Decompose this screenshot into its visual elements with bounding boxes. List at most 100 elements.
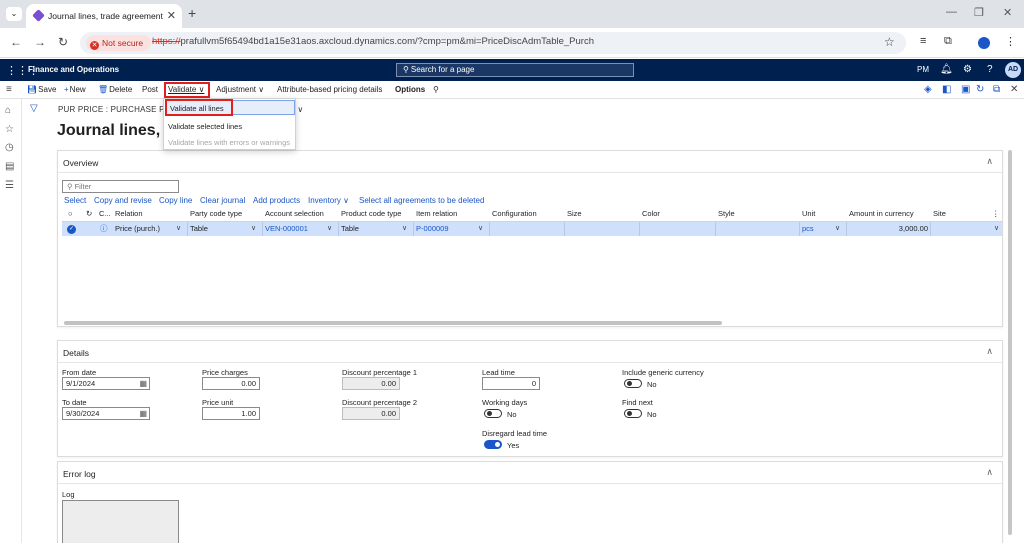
to-date-field[interactable]: 9/30/2024 ▦ [62, 407, 150, 420]
row-info-icon[interactable]: ⓘ [100, 222, 108, 236]
overview-title[interactable]: Overview [63, 158, 98, 168]
chevron-down-icon[interactable]: ∨ [402, 222, 407, 236]
minimize-icon[interactable]: — [946, 6, 957, 18]
cell-unit[interactable]: pcs [802, 222, 814, 236]
menu-item-validate-selected-lines[interactable]: Validate selected lines [168, 122, 242, 131]
chevron-down-icon[interactable]: ∨ [835, 222, 840, 236]
column-options-icon[interactable]: ⋮ [992, 207, 1000, 221]
select-button[interactable]: Select [64, 196, 86, 205]
chevron-up-icon[interactable]: ∧ [986, 156, 993, 167]
adjustment-button[interactable]: Adjustment ∨ [216, 85, 264, 94]
log-field[interactable] [62, 500, 179, 543]
url-text[interactable]: https://prafullvm5f65494bd1a15e31aos.axc… [152, 36, 594, 47]
save-button[interactable]: 💾︎Save [27, 85, 56, 94]
inventory-button[interactable]: Inventory ∨ [308, 196, 349, 205]
settings-gear-icon[interactable]: ⚙ [963, 64, 972, 75]
reading-list-icon[interactable]: ≡ [920, 35, 926, 47]
notifications-icon[interactable]: 🔔︎ [940, 64, 953, 75]
column-header-party-code-type[interactable]: Party code type [190, 207, 242, 221]
column-header-relation[interactable]: Relation [115, 207, 143, 221]
disregard-lead-time-toggle[interactable] [484, 440, 502, 449]
cell-product-code-type[interactable]: Table [341, 222, 359, 236]
cell-amount[interactable]: 3,000.00 [872, 222, 928, 236]
close-page-icon[interactable]: ✕ [1010, 84, 1018, 95]
calendar-icon[interactable]: ▦ [139, 378, 147, 389]
forward-icon[interactable]: → [34, 35, 46, 49]
column-header-style[interactable]: Style [718, 207, 735, 221]
power-apps-icon[interactable]: ◈ [924, 84, 932, 95]
column-header-account-selection[interactable]: Account selection [265, 207, 324, 221]
vertical-scrollbar[interactable] [1008, 150, 1012, 535]
company-picker[interactable]: PM [917, 65, 929, 74]
open-new-window-icon[interactable]: ⧉ [993, 84, 1000, 95]
reload-icon[interactable]: ↻ [58, 35, 68, 49]
error-log-title[interactable]: Error log [63, 469, 96, 479]
price-unit-field[interactable]: 1.00 [202, 407, 260, 420]
help-icon[interactable]: ? [987, 64, 993, 75]
nav-menu-icon[interactable]: ≡ [6, 84, 12, 95]
column-header-unit[interactable]: Unit [802, 207, 815, 221]
extensions-icon[interactable]: ⧉ [944, 35, 952, 48]
column-header-color[interactable]: Color [642, 207, 660, 221]
favorites-star-icon[interactable]: ☆ [5, 124, 14, 135]
tab-search-button[interactable]: ⌄ [6, 7, 22, 21]
workspaces-icon[interactable]: ▤ [5, 161, 14, 172]
select-all-radio-icon[interactable]: ○ [68, 207, 73, 221]
new-tab-button[interactable]: + [188, 5, 196, 21]
back-icon[interactable]: ← [10, 35, 22, 49]
home-icon[interactable]: ⌂ [5, 105, 11, 116]
column-header-site[interactable]: Site [933, 207, 946, 221]
page-search-input[interactable]: ⚲ Search for a page [396, 63, 634, 77]
cell-account-selection[interactable]: VEN-000001 [265, 222, 308, 236]
attachments-icon[interactable]: ▣ [961, 84, 970, 95]
horizontal-scrollbar[interactable] [64, 321, 722, 325]
new-button[interactable]: +New [64, 85, 86, 94]
select-all-agreements-button[interactable]: Select all agreements to be deleted [359, 196, 484, 205]
options-tab[interactable]: Options [395, 85, 425, 94]
chevron-up-icon[interactable]: ∧ [986, 346, 993, 357]
cell-relation[interactable]: Price (purch.) [115, 222, 160, 236]
chevron-up-icon[interactable]: ∧ [986, 467, 993, 478]
details-title[interactable]: Details [63, 348, 89, 358]
copy-line-button[interactable]: Copy line [159, 196, 192, 205]
clear-journal-button[interactable]: Clear journal [200, 196, 245, 205]
find-next-toggle[interactable] [624, 409, 642, 418]
address-bar[interactable]: ✕ Not secure https://prafullvm5f65494bd1a… [80, 32, 906, 54]
modules-list-icon[interactable]: ☰ [5, 180, 14, 191]
recent-clock-icon[interactable]: ◷ [5, 142, 14, 153]
chevron-down-icon[interactable]: ∨ [251, 222, 256, 236]
column-header-configuration[interactable]: Configuration [492, 207, 537, 221]
calendar-icon[interactable]: ▦ [139, 408, 147, 419]
from-date-field[interactable]: 9/1/2024 ▦ [62, 377, 150, 390]
refresh-icon[interactable]: ↻ [976, 84, 984, 95]
copy-and-revise-button[interactable]: Copy and revise [94, 196, 152, 205]
cell-party-code-type[interactable]: Table [190, 222, 208, 236]
action-search-icon[interactable]: ⚲ [433, 85, 439, 94]
column-header-item-relation[interactable]: Item relation [416, 207, 457, 221]
price-charges-field[interactable]: 0.00 [202, 377, 260, 390]
browser-menu-icon[interactable]: ⋮ [1005, 35, 1016, 48]
column-header-c[interactable]: C... [99, 207, 111, 221]
office-icon[interactable]: ◧ [942, 84, 951, 95]
window-close-icon[interactable]: ✕ [1003, 6, 1012, 19]
chevron-down-icon[interactable]: ∨ [994, 222, 999, 236]
not-secure-badge[interactable]: ✕ Not secure [86, 35, 152, 51]
working-days-toggle[interactable] [484, 409, 502, 418]
include-generic-currency-toggle[interactable] [624, 379, 642, 388]
chevron-down-icon[interactable]: ∨ [478, 222, 483, 236]
add-products-button[interactable]: Add products [253, 196, 300, 205]
grid-filter-input[interactable]: ⚲ Filter [62, 180, 179, 193]
profile-icon[interactable] [978, 37, 990, 49]
column-header-size[interactable]: Size [567, 207, 582, 221]
post-button[interactable]: Post [142, 85, 158, 94]
tab-close-icon[interactable]: ✕ [167, 9, 176, 22]
column-header-product-code-type[interactable]: Product code type [341, 207, 401, 221]
table-row[interactable]: ✓ ⓘ Price (purch.) ∨ Table ∨ VEN-000001 … [62, 222, 1002, 236]
lead-time-field[interactable]: 0 [482, 377, 540, 390]
row-selected-check-icon[interactable]: ✓ [67, 225, 76, 234]
delete-button[interactable]: 🗑︎Delete [98, 85, 132, 94]
column-header-amount[interactable]: Amount in currency [849, 207, 914, 221]
browser-tab[interactable]: Journal lines, trade agreement ✕ [26, 4, 182, 28]
attribute-pricing-button[interactable]: Attribute-based pricing details [277, 85, 382, 94]
user-avatar[interactable]: AD [1005, 62, 1021, 78]
